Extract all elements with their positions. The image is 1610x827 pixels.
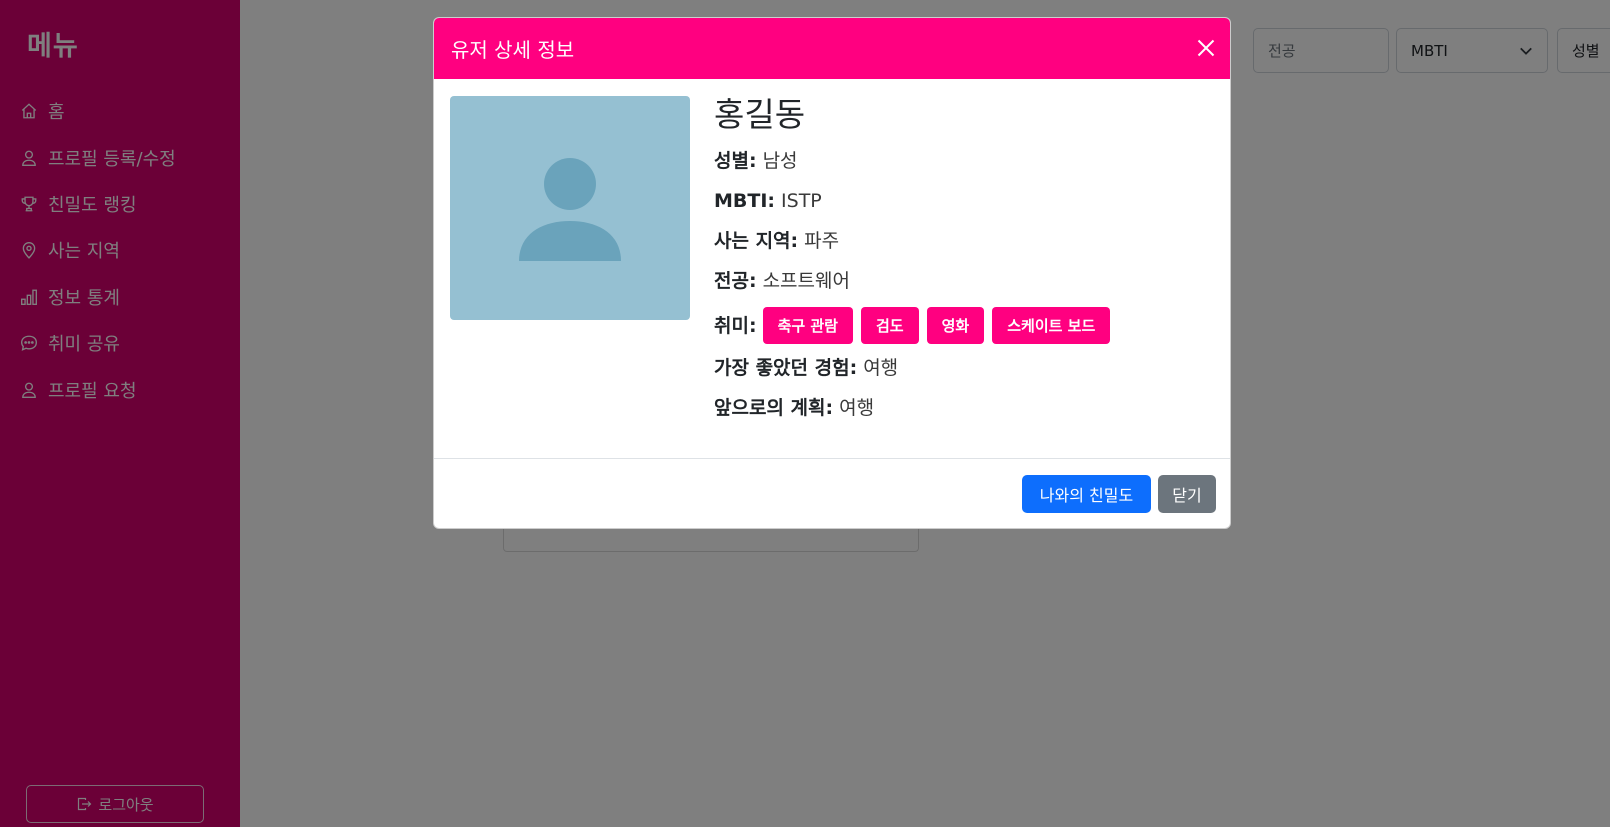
intimacy-button[interactable]: 나와의 친밀도 [1022, 475, 1151, 513]
region-value: 파주 [804, 229, 840, 252]
region-label: 사는 지역: [714, 229, 799, 252]
user-name: 홍길동 [714, 95, 806, 134]
user-info: 홍길동 성별: 남성 MBTI: ISTP 사는 지역: 파주 전공: 소프트웨… [714, 93, 1118, 434]
avatar [450, 96, 690, 320]
major-value: 소프트웨어 [762, 269, 850, 292]
future-plan-label: 앞으로의 계획: [714, 396, 834, 419]
user-placeholder-icon [519, 158, 621, 261]
mbti-label: MBTI: [714, 189, 776, 212]
hobby-tag: 영화 [926, 307, 985, 344]
hobby-label: 취미: [714, 314, 757, 337]
gender-value: 남성 [762, 149, 798, 172]
hobby-tag: 검도 [861, 307, 919, 344]
best-experience-value: 여행 [863, 356, 899, 379]
hobby-row: 취미: 축구 관람 검도 영화 스케이트 보드 [714, 307, 1118, 344]
region-row: 사는 지역: 파주 [714, 227, 1118, 254]
mbti-value: ISTP [781, 189, 822, 212]
modal-footer: 나와의 친밀도 닫기 [434, 458, 1230, 528]
major-row: 전공: 소프트웨어 [714, 267, 1118, 294]
modal-title: 유저 상세 정보 [451, 38, 575, 62]
gender-label: 성별: [714, 149, 757, 172]
hobby-tag: 스케이트 보드 [992, 307, 1111, 344]
major-label: 전공: [714, 269, 757, 292]
mbti-row: MBTI: ISTP [714, 187, 1118, 214]
user-detail-modal: 유저 상세 정보 홍길동 성별: 남성 MBTI: ISTP 사는 지역: 파주 [433, 17, 1231, 529]
modal-header: 유저 상세 정보 [434, 18, 1230, 79]
close-button[interactable]: 닫기 [1158, 475, 1216, 513]
modal-body: 홍길동 성별: 남성 MBTI: ISTP 사는 지역: 파주 전공: 소프트웨… [434, 79, 1230, 459]
future-plan-row: 앞으로의 계획: 여행 [714, 394, 1118, 421]
future-plan-value: 여행 [839, 396, 875, 419]
gender-row: 성별: 남성 [714, 147, 1118, 174]
hobby-tag: 축구 관람 [762, 307, 853, 344]
close-icon[interactable] [1196, 38, 1216, 58]
best-experience-row: 가장 좋았던 경험: 여행 [714, 354, 1118, 381]
best-experience-label: 가장 좋았던 경험: [714, 356, 858, 379]
